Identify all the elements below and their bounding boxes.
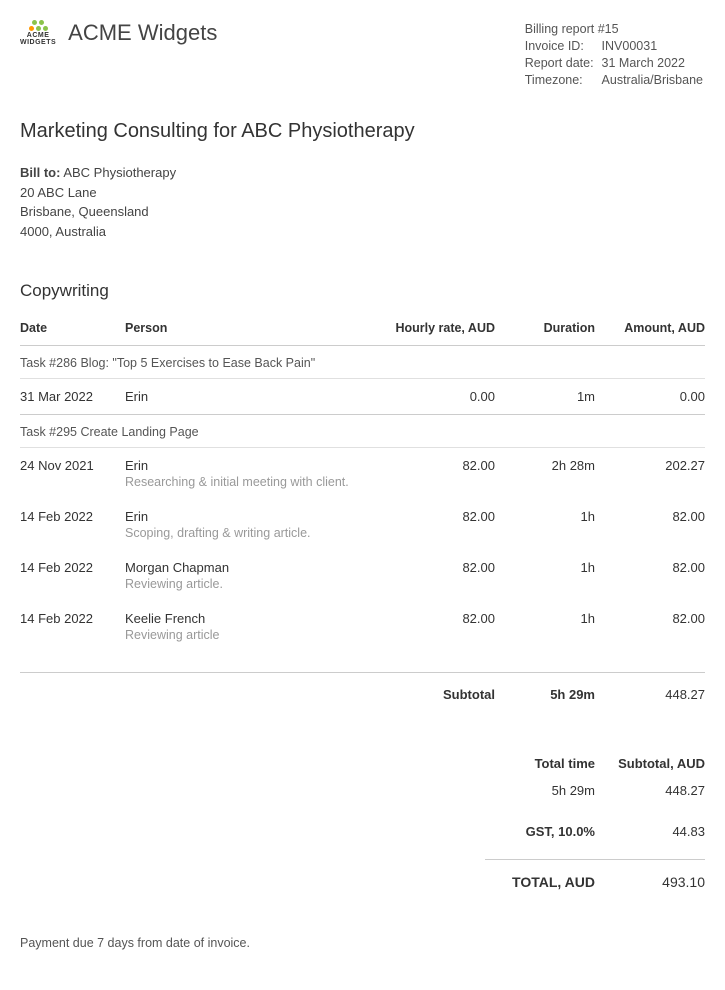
report-date-label: Report date: [525, 56, 600, 71]
entry-date: 31 Mar 2022 [20, 379, 125, 415]
logo-text-line2: WIDGETS [20, 39, 56, 46]
entry-amount: 0.00 [595, 379, 705, 415]
task-title: Task #295 Create Landing Page [20, 415, 705, 448]
subtotal-label: Subtotal [375, 673, 495, 713]
entry-note: Reviewing article [125, 626, 705, 673]
entry-person: Keelie French [125, 601, 375, 626]
entry-amount: 202.27 [595, 448, 705, 474]
entry-amount: 82.00 [595, 550, 705, 575]
table-row-note: Scoping, drafting & writing article. [20, 524, 705, 550]
entry-note: Scoping, drafting & writing article. [125, 524, 705, 550]
entry-amount: 82.00 [595, 601, 705, 626]
col-rate: Hourly rate, AUD [375, 313, 495, 346]
total-time-label: Total time [485, 742, 595, 777]
entry-note: Reviewing article. [125, 575, 705, 601]
entry-person: Erin [125, 499, 375, 524]
entry-rate: 82.00 [375, 499, 495, 524]
company-logo: ACME WIDGETS [20, 20, 56, 46]
entry-date: 14 Feb 2022 [20, 499, 125, 524]
task-title: Task #286 Blog: "Top 5 Exercises to Ease… [20, 346, 705, 379]
logo-dots-icon [32, 20, 44, 25]
entry-duration: 1h [495, 550, 595, 575]
entry-date: 24 Nov 2021 [20, 448, 125, 474]
gst-label: GST, 10.0% [485, 804, 595, 845]
bill-to-name: ABC Physiotherapy [63, 165, 176, 180]
entry-date: 14 Feb 2022 [20, 601, 125, 626]
section-title: Copywriting [20, 281, 705, 301]
col-date: Date [20, 313, 125, 346]
subtotal-duration: 5h 29m [495, 673, 595, 713]
table-row-note: Reviewing article. [20, 575, 705, 601]
entry-note: Researching & initial meeting with clien… [125, 473, 705, 499]
timezone-value: Australia/Brisbane [602, 73, 703, 88]
table-row: 31 Mar 2022 Erin 0.00 1m 0.00 [20, 379, 705, 415]
task-row: Task #295 Create Landing Page [20, 415, 705, 448]
table-row-note: Reviewing article [20, 626, 705, 673]
bill-to-address-line2: Brisbane, Queensland [20, 202, 705, 222]
invoice-id-label: Invoice ID: [525, 39, 600, 54]
document-header: ACME WIDGETS ACME Widgets Billing report… [20, 20, 705, 90]
table-row: 14 Feb 2022 Keelie French 82.00 1h 82.00 [20, 601, 705, 626]
entry-date: 14 Feb 2022 [20, 550, 125, 575]
col-amount: Amount, AUD [595, 313, 705, 346]
subtotal-amount: 448.27 [595, 673, 705, 713]
total-value: 493.10 [595, 859, 705, 896]
entry-amount: 82.00 [595, 499, 705, 524]
bill-to-address-line1: 20 ABC Lane [20, 183, 705, 203]
company-name: ACME Widgets [68, 20, 217, 46]
entry-duration: 1h [495, 601, 595, 626]
subtotal-row: Subtotal 5h 29m 448.27 [20, 673, 705, 713]
billing-report-number: Billing report #15 [525, 22, 703, 37]
entry-person: Erin [125, 379, 375, 415]
entries-table: Date Person Hourly rate, AUD Duration Am… [20, 313, 705, 712]
task-row: Task #286 Blog: "Top 5 Exercises to Ease… [20, 346, 705, 379]
header-meta: Billing report #15 Invoice ID: INV00031 … [523, 20, 705, 90]
entry-person: Erin [125, 448, 375, 474]
entry-person: Morgan Chapman [125, 550, 375, 575]
col-duration: Duration [495, 313, 595, 346]
summary-table: Total time Subtotal, AUD 5h 29m 448.27 G… [20, 742, 705, 896]
entry-rate: 82.00 [375, 448, 495, 474]
table-row: 14 Feb 2022 Morgan Chapman 82.00 1h 82.0… [20, 550, 705, 575]
entry-duration: 2h 28m [495, 448, 595, 474]
report-date-value: 31 March 2022 [602, 56, 703, 71]
entry-rate: 0.00 [375, 379, 495, 415]
total-time-value: 5h 29m [485, 777, 595, 804]
table-row-note: Researching & initial meeting with clien… [20, 473, 705, 499]
table-row: 14 Feb 2022 Erin 82.00 1h 82.00 [20, 499, 705, 524]
payment-terms: Payment due 7 days from date of invoice. [20, 936, 705, 950]
col-person: Person [125, 313, 375, 346]
bill-to-label: Bill to: [20, 165, 60, 180]
report-title: Marketing Consulting for ABC Physiothera… [20, 120, 705, 143]
entry-duration: 1m [495, 379, 595, 415]
invoice-id-value: INV00031 [602, 39, 703, 54]
subtotal-aud-value: 448.27 [595, 777, 705, 804]
logo-dots-icon [29, 26, 48, 31]
header-left: ACME WIDGETS ACME Widgets [20, 20, 217, 46]
gst-value: 44.83 [595, 804, 705, 845]
entry-duration: 1h [495, 499, 595, 524]
timezone-label: Timezone: [525, 73, 600, 88]
bill-to: Bill to: ABC Physiotherapy 20 ABC Lane B… [20, 163, 705, 241]
logo-text-line1: ACME [27, 32, 50, 39]
bill-to-address-line3: 4000, Australia [20, 222, 705, 242]
total-label: TOTAL, AUD [485, 859, 595, 896]
entry-rate: 82.00 [375, 550, 495, 575]
entry-rate: 82.00 [375, 601, 495, 626]
table-row: 24 Nov 2021 Erin 82.00 2h 28m 202.27 [20, 448, 705, 474]
subtotal-aud-label: Subtotal, AUD [595, 742, 705, 777]
